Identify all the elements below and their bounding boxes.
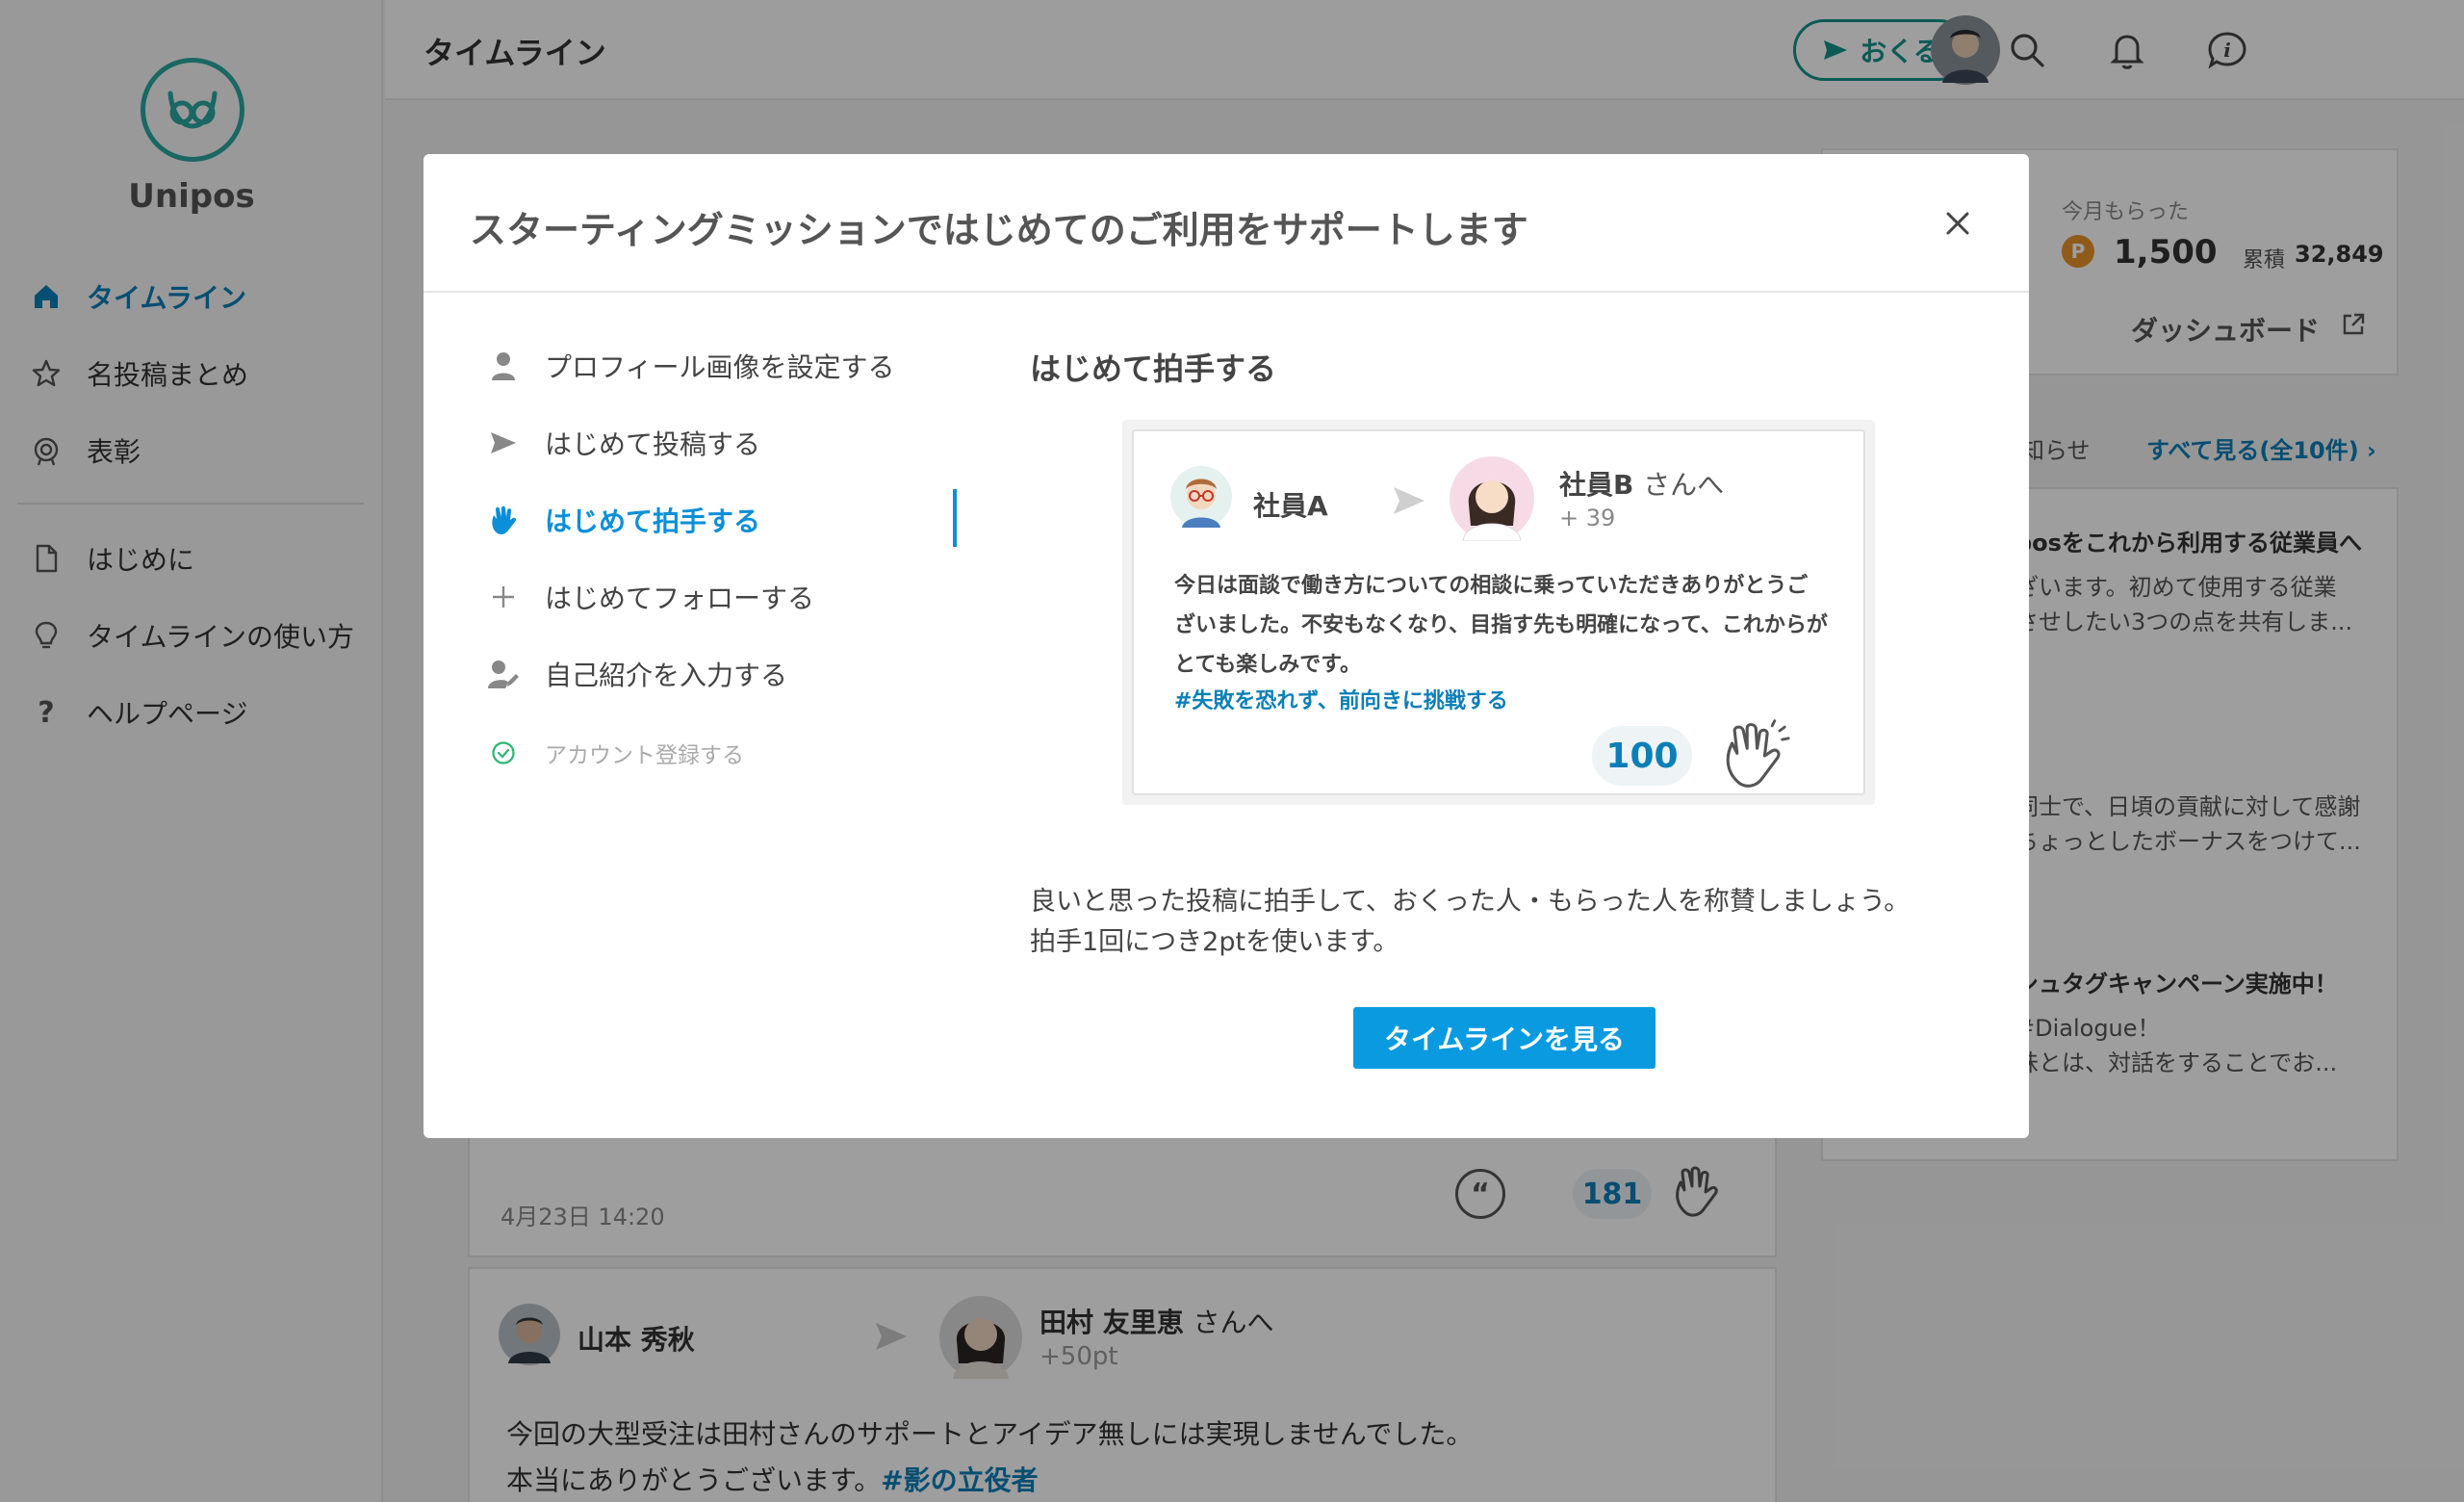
active-mission-indicator	[953, 489, 957, 547]
example-hashtag: #失敗を恐れず、前向きに挑戦する	[1174, 689, 1508, 713]
example-post-frame: 社員A 社員B さんへ + 39 今日は面談で働き方についての相談に乗っていただ…	[1122, 420, 1875, 805]
mission-item-account-registration[interactable]: アカウント登録する	[487, 726, 744, 780]
close-button[interactable]	[1938, 204, 1977, 243]
mission-item-first-post[interactable]: はじめて投稿する	[487, 416, 760, 470]
example-post-body: 今日は面談で働き方についての相談に乗っていただきありがとうございました。不安もな…	[1174, 574, 1828, 677]
mission-description: 良いと思った投稿に拍手して、おくった人・もらった人を称賛しましょう。 拍手1回に…	[1030, 882, 1910, 963]
example-recipient-text: 社員B	[1559, 469, 1634, 501]
description-line: 良いと思った投稿に拍手して、おくった人・もらった人を称賛しましょう。	[1030, 887, 1911, 917]
close-icon	[1946, 212, 1969, 235]
send-arrow-icon	[1392, 485, 1426, 520]
mission-label: はじめて拍手する	[545, 505, 761, 537]
clap-icon	[1717, 718, 1792, 797]
avatar	[1170, 466, 1232, 531]
view-timeline-button[interactable]: タイムラインを見る	[1353, 1007, 1656, 1069]
example-sender-name: 社員A	[1253, 490, 1328, 522]
description-line: 拍手1回につき2ptを使います。	[1030, 927, 1399, 957]
mission-content-title: はじめて拍手する	[1030, 350, 1277, 387]
mission-item-first-clap[interactable]: はじめて拍手する	[487, 493, 760, 547]
starting-mission-modal: スターティングミッションではじめてのご利用をサポートします プロフィール画像を設…	[424, 154, 2029, 1138]
mission-label: はじめてフォローする	[545, 583, 815, 614]
example-recipient-suffix: さんへ	[1643, 469, 1725, 501]
mission-label: アカウント登録する	[545, 743, 744, 768]
mission-item-profile-image[interactable]: プロフィール画像を設定する	[487, 339, 894, 393]
send-icon	[487, 427, 520, 459]
user-edit-icon	[487, 658, 520, 690]
check-circle-icon	[487, 737, 520, 769]
example-post-card: 社員A 社員B さんへ + 39 今日は面談で働き方についての相談に乗っていただ…	[1132, 429, 1865, 795]
modal-title: スターティングミッションではじめてのご利用をサポートします	[470, 209, 1528, 251]
mission-label: プロフィール画像を設定する	[545, 351, 895, 383]
example-recipient-name: 社員B さんへ	[1559, 464, 1724, 503]
clap-icon	[487, 504, 520, 536]
plus-icon	[487, 581, 520, 613]
example-points: + 39	[1559, 505, 1616, 531]
example-clap-count: 100	[1592, 726, 1692, 786]
mission-item-first-follow[interactable]: はじめてフォローする	[487, 570, 814, 624]
mission-item-self-intro[interactable]: 自己紹介を入力する	[487, 647, 787, 701]
modal-header: スターティングミッションではじめてのご利用をサポートします	[424, 154, 2029, 293]
mission-label: 自己紹介を入力する	[545, 660, 788, 691]
user-icon	[487, 350, 520, 382]
avatar	[1450, 456, 1534, 545]
mission-label: はじめて投稿する	[545, 428, 761, 460]
